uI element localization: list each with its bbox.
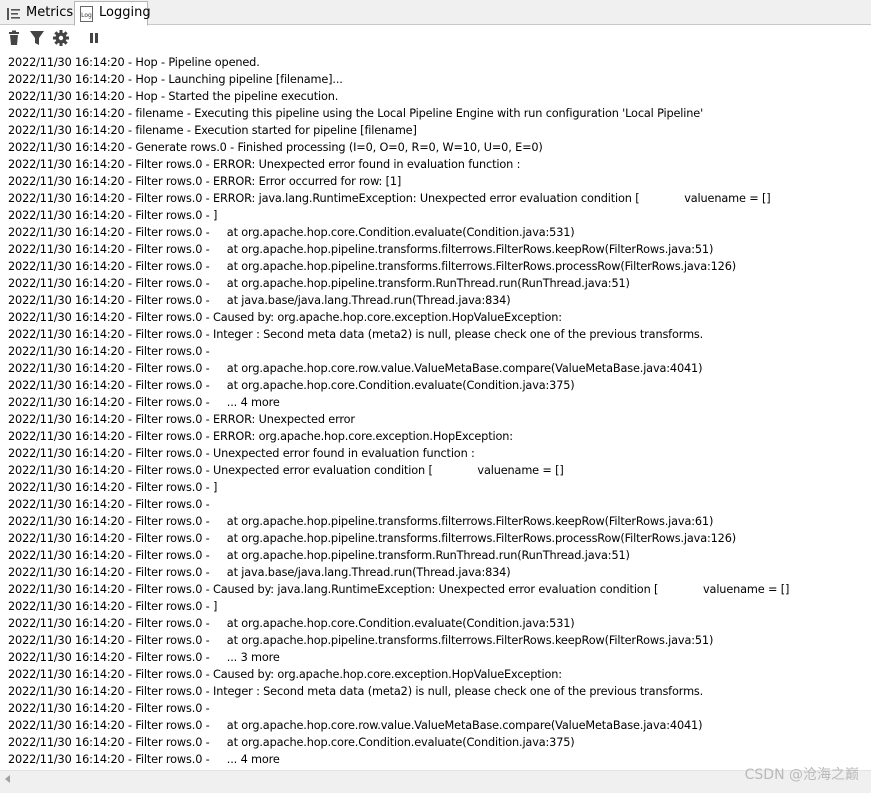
log-line: 2022/11/30 16:14:20 - Hop - Launching pi… [8,73,343,86]
log-line: 2022/11/30 16:14:20 - Filter rows.0 - at… [8,549,630,562]
log-output[interactable]: 2022/11/30 16:14:20 - Hop - Pipeline ope… [0,51,871,770]
svg-text:Log: Log [81,12,92,19]
log-line: 2022/11/30 16:14:20 - Filter rows.0 - ] [8,209,218,222]
log-line: 2022/11/30 16:14:20 - Filter rows.0 - [8,345,210,358]
log-line: 2022/11/30 16:14:20 - Hop - Pipeline ope… [8,56,260,69]
tab-logging[interactable]: Log Logging [74,1,151,26]
log-line: 2022/11/30 16:14:20 - Generate rows.0 - … [8,141,543,154]
log-line: 2022/11/30 16:14:20 - Hop - Started the … [8,90,339,103]
log-line: 2022/11/30 16:14:20 - Filter rows.0 - ER… [8,175,402,188]
log-line: 2022/11/30 16:14:20 - Filter rows.0 - at… [8,515,714,528]
log-line: 2022/11/30 16:14:20 - Filter rows.0 - at… [8,277,630,290]
log-line: 2022/11/30 16:14:20 - Filter rows.0 - Ca… [8,668,562,681]
trash-icon[interactable] [6,30,22,46]
log-line: 2022/11/30 16:14:20 - Filter rows.0 - ..… [8,753,280,766]
log-line: 2022/11/30 16:14:20 - Filter rows.0 - at… [8,566,511,579]
log-line: 2022/11/30 16:14:20 - Filter rows.0 - at… [8,226,575,239]
log-line: 2022/11/30 16:14:20 - Filter rows.0 - at… [8,379,575,392]
log-line: 2022/11/30 16:14:20 - Filter rows.0 - Un… [8,464,564,477]
tab-bar: Metrics Log Logging [0,0,871,26]
log-line: 2022/11/30 16:14:20 - Filter rows.0 - ] [8,481,218,494]
pause-icon[interactable] [86,30,102,46]
tab-metrics[interactable]: Metrics [2,2,74,25]
log-line: 2022/11/30 16:14:20 - Filter rows.0 - at… [8,260,736,273]
log-line: 2022/11/30 16:14:20 - Filter rows.0 - at… [8,362,703,375]
log-line: 2022/11/30 16:14:20 - Filter rows.0 - at… [8,243,714,256]
log-line: 2022/11/30 16:14:20 - Filter rows.0 - at… [8,617,575,630]
log-line: 2022/11/30 16:14:20 - Filter rows.0 - at… [8,736,575,749]
scroll-left-arrow-icon[interactable] [3,774,13,784]
log-line: 2022/11/30 16:14:20 - Filter rows.0 - at… [8,719,703,732]
log-line: 2022/11/30 16:14:20 - Filter rows.0 - Un… [8,447,475,460]
filter-icon[interactable] [29,30,45,46]
log-line: 2022/11/30 16:14:20 - Filter rows.0 - at… [8,532,736,545]
log-line: 2022/11/30 16:14:20 - Filter rows.0 - Ca… [8,583,790,596]
tab-logging-label: Logging [99,5,151,20]
log-line: 2022/11/30 16:14:20 - Filter rows.0 - ..… [8,396,280,409]
log-line: 2022/11/30 16:14:20 - Filter rows.0 - In… [8,328,704,341]
watermark: CSDN @沧海之巅 [744,767,859,783]
log-line: 2022/11/30 16:14:20 - Filter rows.0 - at… [8,294,511,307]
log-line: 2022/11/30 16:14:20 - Filter rows.0 - [8,498,210,511]
log-line: 2022/11/30 16:14:20 - Filter rows.0 - ER… [8,430,513,443]
gear-icon[interactable] [53,30,69,46]
log-line: 2022/11/30 16:14:20 - Filter rows.0 - ER… [8,192,771,205]
log-line: 2022/11/30 16:14:20 - Filter rows.0 - In… [8,685,704,698]
log-icon: Log [80,6,93,22]
log-line: 2022/11/30 16:14:20 - Filter rows.0 - Ca… [8,311,562,324]
log-line: 2022/11/30 16:14:20 - filename - Executi… [8,107,704,120]
log-toolbar [0,26,871,51]
metrics-icon [7,8,20,20]
log-line: 2022/11/30 16:14:20 - Filter rows.0 - ] [8,600,218,613]
log-line: 2022/11/30 16:14:20 - Filter rows.0 - ER… [8,413,355,426]
log-line: 2022/11/30 16:14:20 - filename - Executi… [8,124,417,137]
tab-metrics-label: Metrics [26,5,74,20]
bottom-border [0,787,871,793]
log-line: 2022/11/30 16:14:20 - Filter rows.0 - ER… [8,158,521,171]
log-line: 2022/11/30 16:14:20 - Filter rows.0 - ..… [8,651,280,664]
log-line: 2022/11/30 16:14:20 - Filter rows.0 - at… [8,634,714,647]
horizontal-scrollbar[interactable] [0,770,871,787]
log-line: 2022/11/30 16:14:20 - Filter rows.0 - [8,702,210,715]
